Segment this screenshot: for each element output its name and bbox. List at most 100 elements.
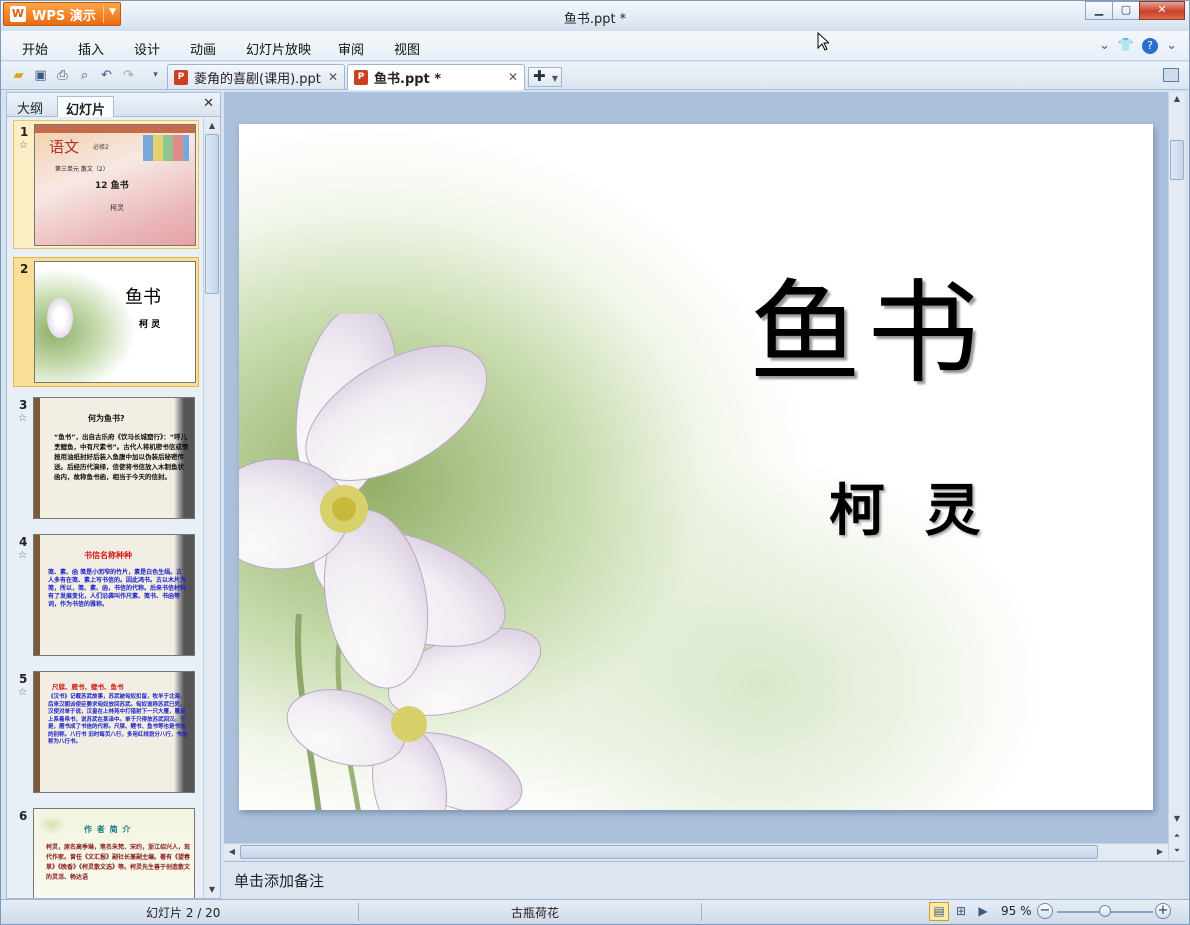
thumb-body: “鱼书”，出自古乐府《饮马长城窟行》：“呼儿烹鲤鱼，中有尺素书”。古代人将机密书… — [54, 433, 189, 481]
zoom-slider-thumb[interactable] — [1099, 905, 1111, 917]
new-tab-button[interactable]: ✚ ▼ — [528, 67, 562, 87]
slide-horizontal-scrollbar[interactable]: ◀ ▶ — [224, 843, 1168, 860]
scroll-down-icon[interactable]: ▼ — [204, 882, 220, 898]
title-bar: W WPS 演示 ▼ 鱼书.ppt * ▁ ▢ ✕ — [1, 1, 1189, 31]
flower-image — [47, 298, 73, 338]
next-slide-icon[interactable]: ⏷ — [1169, 844, 1185, 858]
close-button[interactable]: ✕ — [1139, 1, 1185, 20]
thumbnail-slide-1[interactable]: 1 ☆ 语文 必修2 第三单元 散文（2） 12 鱼书 柯灵 — [13, 120, 199, 249]
thumb-title: 鱼书 — [125, 287, 161, 308]
chevron-down-icon[interactable]: ⌄ — [1166, 38, 1177, 54]
close-tab-icon[interactable]: ✕ — [328, 70, 338, 84]
help-icon[interactable]: ? — [1142, 38, 1159, 54]
save-icon[interactable]: ▣ — [32, 67, 49, 84]
chevron-down-icon[interactable]: ⌄ — [1099, 38, 1110, 54]
quick-toolbar: ▰ ▣ ⎙ ⌕ ↶ ↷ ▾ P 菱角的喜剧(课用).ppt ✕ P 鱼书.ppt… — [1, 62, 1189, 90]
open-folder-icon[interactable]: ▰ — [10, 67, 27, 84]
header-stripe — [35, 125, 195, 133]
scroll-up-icon[interactable]: ▲ — [204, 118, 220, 134]
zoom-out-button[interactable]: − — [1037, 903, 1053, 919]
thumbnail-slide-5[interactable]: 5 ☆ 尺牍、雁书、鲤书、鱼书 《汉书》记载苏武故事，苏武被匈奴扣留，牧羊于北海… — [13, 668, 199, 798]
notes-placeholder: 单击添加备注 — [234, 872, 325, 890]
zoom-level: 95 % — [1001, 904, 1032, 918]
customize-toolbar-icon[interactable]: ▾ — [147, 67, 164, 84]
animation-star-icon: ☆ — [19, 140, 28, 151]
thumbnail-scrollbar[interactable]: ▲ ▼ — [203, 118, 220, 898]
menu-bar: 开始 插入 设计 动画 幻灯片放映 审阅 视图 ⌄ 👕 ? ⌄ — [1, 31, 1189, 61]
menu-slideshow[interactable]: 幻灯片放映 — [246, 39, 311, 58]
chevron-down-icon[interactable]: ▼ — [552, 70, 558, 87]
scrollbar-thumb[interactable] — [205, 134, 219, 294]
window-layout-icon[interactable] — [1163, 68, 1179, 82]
thumbnail-slide-4[interactable]: 4 ☆ 书信名称种种 笺、素、函 笺是小而窄的竹片，素是白色生绢。古人多有在笺、… — [13, 531, 199, 661]
slide-canvas[interactable]: 鱼书 柯 灵 — [239, 124, 1153, 810]
tab-outline[interactable]: 大纲 — [9, 96, 51, 117]
close-tab-icon[interactable]: ✕ — [508, 70, 518, 84]
menu-insert[interactable]: 插入 — [78, 39, 104, 58]
scrollbar-thumb[interactable] — [240, 845, 1098, 859]
thumbnail-slide-6[interactable]: 6 作 者 简 介 柯灵，原名高季琳，笔名朱梵、宋约，浙江绍兴人，现代作家。曾任… — [13, 805, 199, 898]
thumb-author: 柯灵 — [110, 204, 124, 212]
flower-image — [239, 314, 542, 810]
slide-number: 3 — [19, 398, 28, 412]
slide-indicator: 幻灯片 2 / 20 — [146, 906, 221, 920]
slide-thumbnail: 书信名称种种 笺、素、函 笺是小而窄的竹片，素是白色生绢。古人多有在笺、素上写书… — [33, 534, 195, 656]
slide-subtitle[interactable]: 柯 灵 — [829, 466, 991, 547]
animation-star-icon: ☆ — [18, 687, 27, 698]
notes-pane[interactable]: 单击添加备注 — [224, 861, 1185, 898]
animation-star-icon: ☆ — [18, 550, 27, 561]
tab-document-2[interactable]: P 鱼书.ppt * ✕ — [347, 64, 525, 90]
skin-shirt-icon[interactable]: 👕 — [1118, 38, 1134, 54]
slide-thumbnail: 语文 必修2 第三单元 散文（2） 12 鱼书 柯灵 — [34, 124, 196, 246]
menu-review[interactable]: 审阅 — [338, 39, 364, 58]
menu-right-tools: ⌄ 👕 ? ⌄ — [1099, 38, 1177, 54]
thumbnail-list: 1 ☆ 语文 必修2 第三单元 散文（2） 12 鱼书 柯灵 2 鱼书 柯 灵 … — [7, 118, 203, 898]
menu-home[interactable]: 开始 — [22, 39, 48, 58]
animation-star-icon: ☆ — [18, 413, 27, 424]
menu-animation[interactable]: 动画 — [190, 39, 216, 58]
slide-number: 2 — [20, 262, 29, 276]
status-divider — [358, 903, 359, 921]
zoom-in-button[interactable]: + — [1155, 903, 1171, 919]
normal-view-icon[interactable]: ▤ — [929, 902, 949, 921]
redo-icon[interactable]: ↷ — [120, 67, 137, 84]
status-bar: 幻灯片 2 / 20 古瓶荷花 ▤ ⊞ ▶ 95 % − + — [1, 899, 1189, 924]
slideshow-view-icon[interactable]: ▶ — [973, 902, 993, 921]
thumb-body: 《汉书》记载苏武故事，苏武被匈奴扣留，牧羊于北海，后来汉朝派使臣要求匈奴放回苏武… — [48, 694, 188, 745]
panel-tabs: 大纲 幻灯片 ✕ — [7, 93, 220, 118]
tab-slides[interactable]: 幻灯片 — [57, 96, 115, 118]
thumb-title: 作 者 简 介 — [84, 825, 132, 834]
thumbnail-slide-2[interactable]: 2 鱼书 柯 灵 — [13, 257, 199, 387]
maximize-button[interactable]: ▢ — [1112, 1, 1140, 20]
slide-number: 4 — [19, 535, 28, 549]
ppt-file-icon: P — [174, 69, 188, 85]
undo-icon[interactable]: ↶ — [98, 67, 115, 84]
menu-design[interactable]: 设计 — [134, 39, 160, 58]
slide-vertical-scrollbar[interactable]: ▲ ▼ ⏶ ⏷ — [1168, 92, 1185, 860]
close-panel-icon[interactable]: ✕ — [203, 96, 214, 111]
thumb-title: 何为鱼书? — [88, 414, 125, 423]
print-icon[interactable]: ⎙ — [54, 67, 71, 84]
scroll-right-icon[interactable]: ▶ — [1152, 844, 1168, 860]
slides-panel: 大纲 幻灯片 ✕ 1 ☆ 语文 必修2 第三单元 散文（2） 12 鱼书 柯灵 — [6, 92, 221, 899]
slide-thumbnail: 尺牍、雁书、鲤书、鱼书 《汉书》记载苏武故事，苏武被匈奴扣留，牧羊于北海，后来汉… — [33, 671, 195, 793]
ppt-file-icon: P — [354, 70, 368, 85]
menu-view[interactable]: 视图 — [394, 39, 420, 58]
print-preview-icon[interactable]: ⌕ — [76, 67, 93, 84]
thumb-unit: 第三单元 散文（2） — [55, 166, 109, 173]
scroll-left-icon[interactable]: ◀ — [224, 844, 240, 860]
slide-number: 6 — [19, 809, 28, 823]
scrollbar-thumb[interactable] — [1170, 140, 1184, 180]
slide-title[interactable]: 鱼书 — [749, 270, 985, 398]
tab-label: 菱角的喜剧(课用).ppt — [194, 71, 321, 87]
plus-icon: ✚ — [533, 67, 546, 85]
scroll-up-icon[interactable]: ▲ — [1169, 92, 1185, 106]
tab-document-1[interactable]: P 菱角的喜剧(课用).ppt ✕ — [167, 64, 345, 89]
thumbnail-slide-3[interactable]: 3 ☆ 何为鱼书? “鱼书”，出自古乐府《饮马长城窟行》：“呼儿烹鲤鱼，中有尺素… — [13, 394, 199, 524]
scroll-down-icon[interactable]: ▼ — [1169, 812, 1185, 826]
minimize-button[interactable]: ▁ — [1085, 1, 1113, 20]
thumb-title: 语文 — [49, 138, 80, 156]
slide-sorter-view-icon[interactable]: ⊞ — [951, 902, 971, 921]
thumb-body: 笺、素、函 笺是小而窄的竹片，素是白色生绢。古人多有在笺、素上写书信的。因此鸿书… — [48, 569, 187, 608]
previous-slide-icon[interactable]: ⏶ — [1169, 829, 1185, 843]
